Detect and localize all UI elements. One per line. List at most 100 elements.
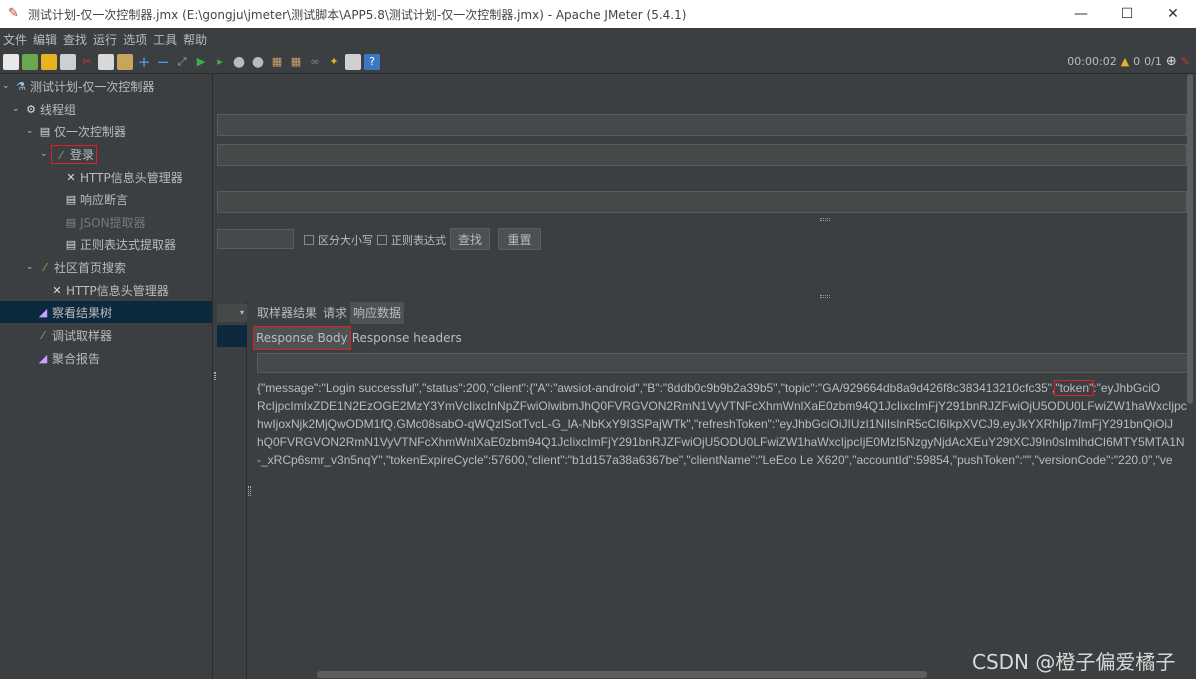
name-field[interactable] [217, 114, 1187, 136]
case-sensitive-checkbox[interactable]: 区分大小写 [304, 232, 373, 248]
close-button[interactable]: ✕ [1150, 0, 1196, 28]
tree-label: 测试计划-仅一次控制器 [30, 79, 155, 94]
menu-tools[interactable]: 工具 [150, 31, 180, 48]
checkbox-box[interactable] [304, 235, 314, 245]
help-icon[interactable]: ? [364, 53, 380, 70]
tree-item-http-header-manager[interactable]: ✕ HTTP信息头管理器 [64, 166, 182, 188]
flask-icon: ⚗ [16, 79, 26, 93]
response-body-text[interactable]: {"message":"Login successful","status":2… [257, 379, 1192, 479]
stop-icon[interactable]: ● [231, 54, 247, 70]
copy-icon[interactable] [98, 53, 114, 70]
menu-run[interactable]: 运行 [90, 31, 120, 48]
menu-options[interactable]: 选项 [120, 31, 150, 48]
chart-icon: ◢ [38, 305, 48, 319]
divider-grip[interactable] [820, 218, 830, 221]
clear-all-icon[interactable]: ▦ [288, 54, 304, 70]
tab-response-data[interactable]: 响应数据 [350, 302, 405, 324]
checkbox-label: 区分大小写 [318, 234, 373, 247]
pane-grip[interactable] [248, 486, 251, 496]
toolbar: ✂ + − ⤢ ▶ ▸ ● ● ▦ ▦ ∞ ✦ ? 00:00:02 ▲ 0 0… [0, 50, 1196, 74]
tree-item-view-results-tree[interactable]: ◢ 察看结果树 [0, 301, 212, 323]
token-highlight: "token" [1054, 380, 1095, 396]
tree-item-once-only-controller[interactable]: ⌄ ▤ 仅一次控制器 [26, 120, 126, 142]
tools-icon: ✕ [66, 170, 76, 184]
search-input[interactable] [217, 229, 294, 249]
tree-label: 登录 [70, 147, 95, 162]
tree-item-regex-extractor[interactable]: ▤ 正则表达式提取器 [64, 233, 176, 255]
checkbox-box[interactable] [377, 235, 387, 245]
window-controls: — ☐ ✕ [1058, 0, 1196, 28]
tree-item-thread-group[interactable]: ⌄ ⚙ 线程组 [12, 98, 76, 120]
horizontal-scrollbar[interactable] [317, 671, 927, 678]
tree-item-aggregate-report[interactable]: ◢ 聚合报告 [36, 347, 100, 369]
response-search-field[interactable] [257, 353, 1192, 373]
divider-grip[interactable] [820, 295, 830, 298]
pipette-icon: ⁄ [42, 328, 44, 342]
start-icon[interactable]: ▶ [193, 54, 209, 70]
chevron-down-icon[interactable]: ⌄ [12, 104, 24, 114]
chevron-down-icon[interactable]: ⌄ [40, 149, 52, 159]
cut-icon[interactable]: ✂ [79, 54, 95, 70]
start-no-pause-icon[interactable]: ▸ [212, 54, 228, 70]
find-button[interactable]: 查找 [450, 228, 490, 250]
search-binoculars-icon[interactable]: ∞ [307, 54, 323, 70]
minimize-button[interactable]: — [1058, 0, 1104, 28]
menu-edit[interactable]: 编辑 [30, 31, 60, 48]
tree-label: JSON提取器 [80, 215, 146, 230]
chevron-down-icon[interactable]: ⌄ [2, 81, 14, 91]
templates-icon[interactable] [22, 53, 38, 70]
body-line-text: :"eyJhbGciO [1093, 381, 1161, 395]
tree-item-login[interactable]: ⌄ ⁄ 登录 [40, 143, 98, 165]
tree-item-json-extractor[interactable]: ▤ JSON提取器 [64, 211, 146, 233]
pipette-icon: ⁄ [60, 148, 62, 162]
filename-field[interactable] [217, 191, 1187, 213]
tab-request[interactable]: 请求 [320, 302, 350, 324]
shutdown-icon[interactable]: ● [250, 54, 266, 70]
tree-label: 响应断言 [80, 192, 129, 207]
reset-button[interactable]: 重置 [498, 228, 541, 250]
tree-item-debug-sampler[interactable]: ⁄ 调试取样器 [36, 324, 112, 346]
save-icon[interactable] [60, 53, 76, 70]
open-icon[interactable] [41, 53, 57, 70]
result-tabs: 取样器结果 请求 响应数据 [254, 302, 405, 324]
maximize-button[interactable]: ☐ [1104, 0, 1150, 28]
title-bar: ✎ 测试计划-仅一次控制器.jmx (E:\gongju\jmeter\测试脚本… [0, 0, 1196, 28]
paste-icon[interactable] [117, 53, 133, 70]
globe-icon[interactable]: ⊕ [1166, 54, 1177, 69]
tab-sampler-result[interactable]: 取样器结果 [254, 302, 320, 324]
regex-checkbox[interactable]: 正则表达式 [377, 232, 446, 248]
chart-icon: ◢ [38, 351, 48, 365]
chevron-down-icon[interactable]: ⌄ [26, 262, 38, 272]
collapse-icon[interactable]: − [155, 54, 171, 70]
tree-item-community-search[interactable]: ⌄ ⁄ 社区首页搜索 [26, 256, 126, 278]
log-icon[interactable]: ✎ [1181, 55, 1190, 68]
pipette-icon: ⁄ [44, 260, 46, 274]
controller-icon: ▤ [39, 124, 51, 138]
tab-response-body[interactable]: Response Body [253, 326, 351, 350]
reset-search-icon[interactable]: ✦ [326, 54, 342, 70]
toggle-icon[interactable]: ⤢ [174, 54, 190, 70]
tree-item-test-plan[interactable]: ⌄ ⚗ 测试计划-仅一次控制器 [2, 75, 154, 97]
function-helper-icon[interactable] [345, 53, 361, 70]
comments-field[interactable] [217, 144, 1187, 166]
vertical-scrollbar[interactable] [1187, 74, 1193, 404]
clear-icon[interactable]: ▦ [269, 54, 285, 70]
tree-label: HTTP信息头管理器 [66, 283, 169, 298]
menu-file[interactable]: 文件 [0, 31, 30, 48]
menu-bar: 文件 编辑 查找 运行 选项 工具 帮助 [0, 28, 1196, 50]
new-icon[interactable] [3, 53, 19, 70]
splitter-grip[interactable] [214, 372, 216, 380]
menu-search[interactable]: 查找 [60, 31, 90, 48]
tree-item-response-assertion[interactable]: ▤ 响应断言 [64, 188, 128, 210]
renderer-select[interactable]: ▾ [217, 304, 247, 322]
chevron-down-icon[interactable]: ⌄ [26, 126, 38, 136]
expand-icon[interactable]: + [136, 54, 152, 70]
selected-sample-row[interactable] [217, 325, 247, 347]
menu-help[interactable]: 帮助 [180, 31, 210, 48]
warning-icon[interactable]: ▲ [1121, 55, 1129, 68]
tree-label: 正则表达式提取器 [80, 237, 177, 252]
run-status: 00:00:02 ▲ 0 0/1 ⊕ ✎ [1067, 54, 1190, 69]
tree-item-http-header-manager-2[interactable]: ✕ HTTP信息头管理器 [50, 279, 169, 301]
tab-response-headers[interactable]: Response headers [350, 327, 464, 349]
tools-icon: ✕ [52, 283, 62, 297]
